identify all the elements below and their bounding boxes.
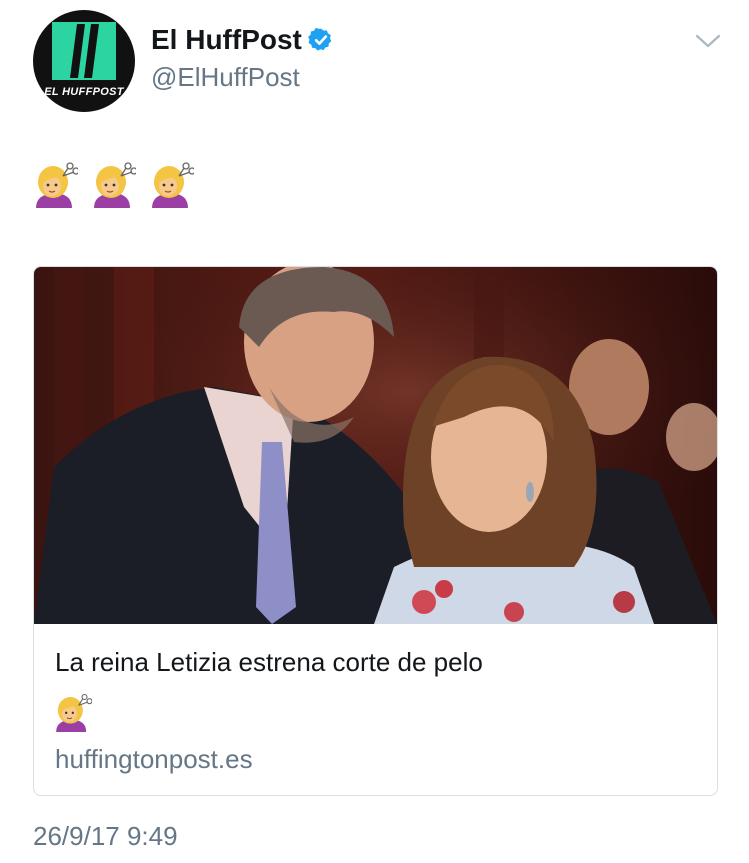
card-photo	[34, 267, 717, 624]
tweet-text	[32, 160, 194, 208]
card-title: La reina Letizia estrena corte de pelo	[55, 647, 483, 677]
chevron-down-icon[interactable]	[695, 32, 721, 50]
tweet-timestamp[interactable]: 26/9/17 9:49	[33, 821, 178, 852]
woman-getting-haircut-icon	[56, 693, 92, 732]
card-domain: huffingtonpost.es	[55, 744, 253, 774]
verified-badge-icon	[307, 27, 332, 51]
avatar-label: EL HUFFPOST	[44, 86, 124, 98]
avatar[interactable]: EL HUFFPOST	[33, 10, 135, 112]
author-name[interactable]: El HuffPost	[151, 24, 302, 56]
link-preview-card[interactable]: La reina Letizia estrena corte de pelo h…	[33, 266, 718, 796]
woman-getting-haircut-icon	[94, 162, 136, 208]
author-handle[interactable]: @ElHuffPost	[151, 62, 300, 93]
woman-getting-haircut-icon	[36, 162, 78, 208]
author-name-row: El HuffPost	[151, 24, 334, 56]
woman-getting-haircut-icon	[152, 162, 194, 208]
